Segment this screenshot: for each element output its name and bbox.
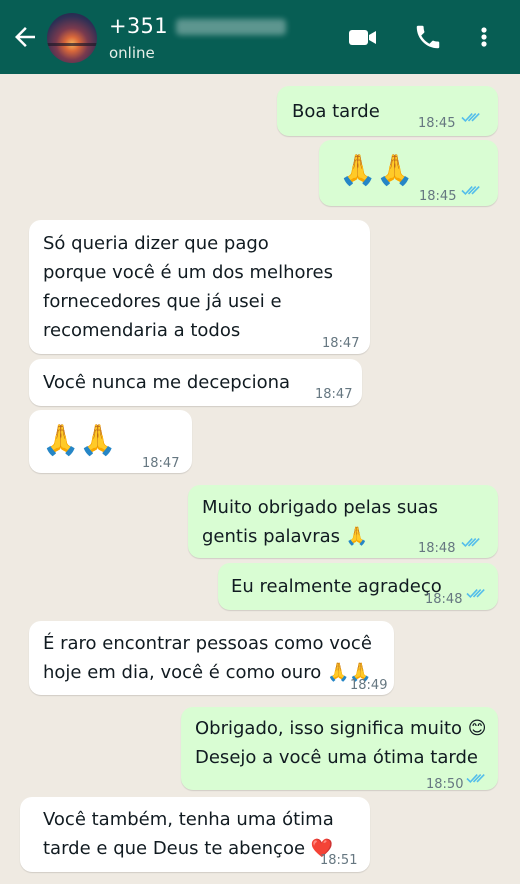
message-time: 18:48 [418, 541, 456, 556]
read-receipt-icon [461, 538, 480, 548]
message-text: Eu realmente agradeço [231, 576, 442, 597]
redacted-number [176, 19, 286, 35]
message-time: 18:51 [320, 853, 358, 868]
read-receipt-icon [461, 186, 480, 196]
message-time: 18:47 [315, 387, 353, 402]
message-time: 18:45 [418, 116, 456, 131]
phone-icon[interactable] [412, 22, 444, 52]
message-bubble-incoming[interactable]: Você também, tenha uma ótima tarde e que… [20, 797, 370, 872]
message-text: Você nunca me decepciona [43, 372, 291, 393]
message-bubble-outgoing[interactable]: 🙏🙏 18:45 [319, 140, 498, 206]
message-text: Só queria dizer que pago porque você é u… [43, 233, 333, 341]
read-receipt-icon [466, 589, 485, 599]
read-receipt-icon [461, 113, 480, 123]
message-time: 18:47 [142, 456, 180, 471]
avatar[interactable] [47, 13, 97, 63]
contact-status: online [109, 44, 155, 62]
message-text: É raro encontrar pessoas como você hoje … [43, 633, 372, 683]
message-time: 18:50 [426, 777, 464, 792]
message-bubble-outgoing[interactable]: Obrigado, isso significa muito 😊 Desejo … [181, 707, 498, 792]
message-bubble-incoming[interactable]: É raro encontrar pessoas como você hoje … [29, 621, 394, 695]
message-bubble-incoming[interactable]: Só queria dizer que pago porque você é u… [29, 220, 370, 354]
message-bubble-outgoing[interactable]: Eu realmente agradeço 18:48 [218, 563, 498, 610]
message-text: Você também, tenha uma ótima tarde e que… [43, 809, 334, 859]
message-time: 18:49 [350, 678, 388, 693]
message-bubble-incoming[interactable]: Você nunca me decepciona 18:47 [29, 359, 362, 406]
message-text: Boa tarde [292, 101, 380, 122]
chat-header: +351 online [0, 0, 520, 74]
back-arrow-icon[interactable] [10, 22, 40, 52]
message-text: Obrigado, isso significa muito 😊 Desejo … [195, 718, 487, 768]
message-text: 🙏🙏 [42, 423, 117, 458]
message-text: Muito obrigado pelas suas gentis palavra… [202, 497, 439, 547]
message-text: 🙏🙏 [339, 153, 414, 188]
message-time: 18:47 [322, 336, 360, 351]
read-receipt-icon [466, 774, 485, 784]
message-bubble-incoming[interactable]: 🙏🙏 18:47 [29, 410, 192, 473]
message-time: 18:45 [419, 189, 457, 204]
more-options-icon[interactable] [474, 22, 494, 52]
message-bubble-outgoing[interactable]: Boa tarde 18:45 [277, 86, 498, 136]
video-call-icon[interactable] [346, 22, 378, 52]
message-bubble-outgoing[interactable]: Muito obrigado pelas suas gentis palavra… [188, 485, 498, 558]
contact-name[interactable]: +351 [109, 14, 168, 38]
message-time: 18:48 [425, 592, 463, 607]
